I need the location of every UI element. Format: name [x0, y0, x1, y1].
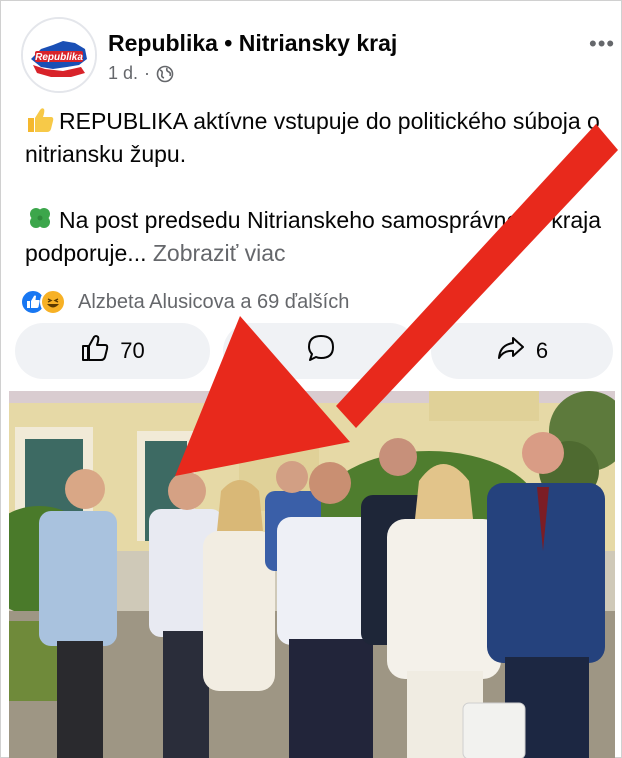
more-options-icon[interactable]: •••: [589, 31, 615, 57]
page-avatar[interactable]: Republika: [21, 17, 97, 93]
meta-separator: ·: [144, 63, 151, 83]
reactions-text: Alzbeta Alusicova a 69 ďalších: [78, 290, 350, 313]
globe-icon: [156, 65, 174, 83]
post-actions: 70 6: [15, 323, 613, 381]
group-photo-image: [9, 391, 615, 758]
post-meta: 1 d. ·: [108, 63, 174, 84]
post-photo[interactable]: [9, 391, 615, 758]
post-paragraph-2: Na post predsedu Nitrianskeho samosprávn…: [25, 204, 605, 270]
share-count: 6: [535, 338, 549, 363]
four-leaf-clover-emoji-icon: [25, 206, 55, 232]
post-card: Republika Republika • Nitriansky kraj 1 …: [0, 0, 622, 758]
post-text-line-2: Na post predsedu Nitrianskeho samosprávn…: [25, 207, 602, 266]
see-more-link[interactable]: Zobraziť viac: [153, 240, 286, 266]
haha-reaction-icon: [40, 289, 66, 315]
reaction-icons: [20, 288, 72, 316]
like-count: 70: [120, 338, 145, 363]
page-name-link[interactable]: Republika • Nitriansky kraj: [108, 30, 397, 57]
post-paragraph-1: REPUBLIKA aktívne vstupuje do politickéh…: [25, 105, 605, 171]
post-time[interactable]: 1 d.: [108, 63, 138, 84]
share-button[interactable]: 6: [431, 323, 613, 379]
post-header: Republika Republika • Nitriansky kraj 1 …: [1, 1, 622, 101]
reactions-summary[interactable]: Alzbeta Alusicova a 69 ďalších: [20, 286, 349, 318]
post-body: REPUBLIKA aktívne vstupuje do politickéh…: [25, 105, 605, 270]
thumbs-up-icon: [80, 333, 110, 369]
like-button[interactable]: 70: [15, 323, 210, 379]
thumbs-up-emoji-icon: [25, 107, 55, 133]
logo-text: Republika: [35, 52, 83, 63]
comment-bubble-icon: [306, 333, 336, 369]
post-text-line-1: REPUBLIKA aktívne vstupuje do politickéh…: [25, 108, 600, 167]
republika-logo-icon: Republika: [23, 19, 95, 91]
share-arrow-icon: [496, 333, 526, 369]
comment-button[interactable]: [223, 323, 418, 379]
